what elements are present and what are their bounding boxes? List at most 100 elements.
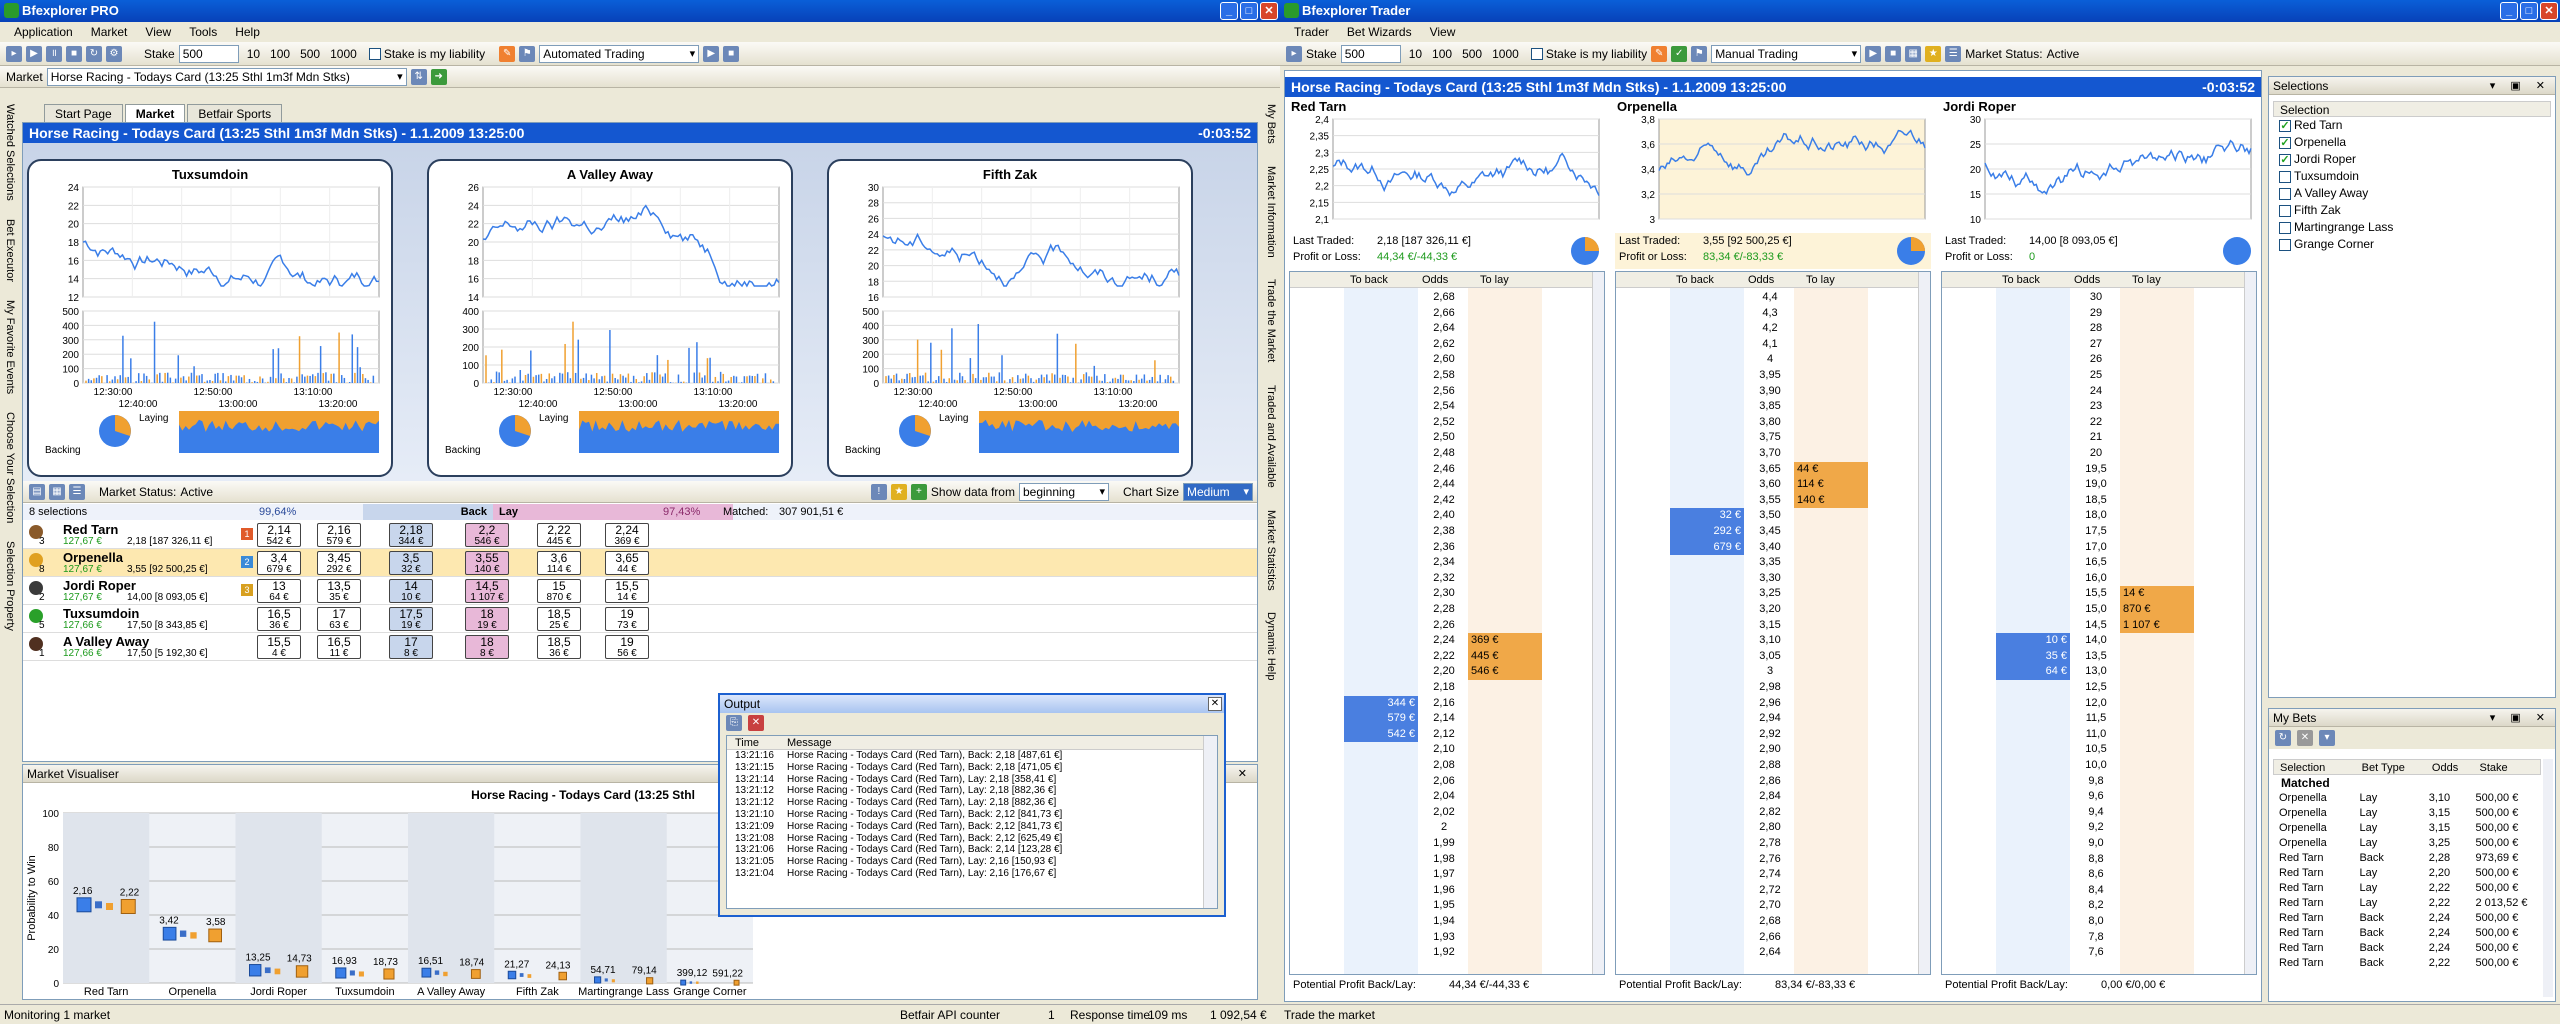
- trader-menu-view[interactable]: View: [1430, 22, 1456, 42]
- trader-stake-preset-100[interactable]: 100: [1432, 47, 1452, 61]
- ladder-odds[interactable]: 2,52: [1424, 415, 1464, 431]
- ladder-odds[interactable]: 2,64: [1750, 945, 1790, 961]
- my-bets-refresh-icon[interactable]: ↻: [2275, 730, 2291, 746]
- tab-start-page[interactable]: Start Page: [44, 104, 123, 122]
- tab-market[interactable]: Market: [124, 104, 186, 122]
- ladder-odds[interactable]: 3,80: [1750, 415, 1790, 431]
- ladder-odds[interactable]: 2,26: [1424, 618, 1464, 634]
- ladder-odds[interactable]: 1,93: [1424, 930, 1464, 946]
- ladder-odds[interactable]: 2,92: [1750, 727, 1790, 743]
- price-button-lay-3[interactable]: 2,24 369 €: [605, 523, 649, 547]
- ladder-odds[interactable]: 2,88: [1750, 758, 1790, 774]
- ladder-odds[interactable]: 9,2: [2076, 820, 2116, 836]
- ladder-odds[interactable]: 24: [2076, 384, 2116, 400]
- bet-row[interactable]: Red Tarn Lay 2,22 2 013,52 €: [2273, 896, 2541, 911]
- ladder-odds[interactable]: 16,5: [2076, 555, 2116, 571]
- price-button-back-2[interactable]: 2,16 579 €: [317, 523, 361, 547]
- selection-checkbox[interactable]: [2279, 136, 2291, 149]
- favorite-icon[interactable]: ★: [890, 483, 907, 500]
- selection-item-tuxsumdoin[interactable]: Tuxsumdoin: [2273, 168, 2555, 185]
- ladder-odds[interactable]: 2,90: [1750, 742, 1790, 758]
- ladder-odds[interactable]: 2,20: [1424, 664, 1464, 680]
- ladder-odds[interactable]: 2,68: [1750, 914, 1790, 930]
- ladder-odds[interactable]: 3,90: [1750, 384, 1790, 400]
- ladder-odds[interactable]: 2,30: [1424, 586, 1464, 602]
- selections-panel-controls[interactable]: ▾ ▣ ✕: [2490, 77, 2551, 95]
- visualiser-close-icon[interactable]: ✕: [1238, 765, 1253, 783]
- ladder-odds[interactable]: 2,62: [1424, 337, 1464, 353]
- menu-help[interactable]: Help: [235, 22, 260, 42]
- ladder-odds[interactable]: 12,5: [2076, 680, 2116, 696]
- my-bets-cancel-icon[interactable]: ✕: [2297, 730, 2313, 746]
- bet-icon[interactable]: ✎: [499, 45, 516, 62]
- ladder-odds[interactable]: 8,6: [2076, 867, 2116, 883]
- ladder-odds[interactable]: 10,5: [2076, 742, 2116, 758]
- ladder-odds[interactable]: 3,45: [1750, 524, 1790, 540]
- trader-mode-select[interactable]: Manual Trading: [1711, 44, 1862, 63]
- runner-row[interactable]: Tuxsumdoin 5 127,66 € 17,50 [8 343,85 €] 16,…: [23, 605, 1257, 633]
- price-button-back-3[interactable]: 14 10 €: [389, 579, 433, 603]
- runner-name[interactable]: Tuxsumdoin: [63, 606, 139, 621]
- stake-preset-10[interactable]: 10: [247, 47, 260, 61]
- ladder-odds[interactable]: 1,96: [1424, 883, 1464, 899]
- ladder-odds[interactable]: 8,4: [2076, 883, 2116, 899]
- price-button-lay-1[interactable]: 2,2 546 €: [465, 523, 509, 547]
- price-button-back-1[interactable]: 16,5 36 €: [257, 607, 301, 631]
- ladder-odds[interactable]: 13,0: [2076, 664, 2116, 680]
- ladder-odds[interactable]: 11,0: [2076, 727, 2116, 743]
- liability-checkbox[interactable]: Stake is my liability: [368, 47, 485, 61]
- ladder-odds[interactable]: 2,72: [1750, 883, 1790, 899]
- selection-item-red-tarn[interactable]: Red Tarn: [2273, 117, 2555, 134]
- bet-row[interactable]: Orpenella Lay 3,10 500,00 €: [2273, 791, 2541, 806]
- ladder-odds[interactable]: 21: [2076, 430, 2116, 446]
- price-button-back-3[interactable]: 17,5 19 €: [389, 607, 433, 631]
- ladder-odds[interactable]: 3,65: [1750, 462, 1790, 478]
- stop-icon[interactable]: ■: [66, 45, 82, 62]
- ladder-odds[interactable]: 2,06: [1424, 774, 1464, 790]
- vtab-trade-the-market[interactable]: Trade the Market: [1265, 279, 1277, 362]
- runner-row[interactable]: A Valley Away 1 127,66 € 17,50 [5 192,30 €]…: [23, 633, 1257, 661]
- trader-liability-check[interactable]: [1530, 48, 1543, 61]
- menu-view[interactable]: View: [145, 22, 171, 42]
- view-icon[interactable]: ▤: [29, 483, 45, 500]
- ladder-odds[interactable]: 2,36: [1424, 540, 1464, 556]
- runner-name[interactable]: Jordi Roper: [63, 578, 136, 593]
- ladder-odds[interactable]: 3: [1750, 664, 1790, 680]
- ladder-odds[interactable]: 26: [2076, 352, 2116, 368]
- go-icon[interactable]: ➜: [430, 68, 447, 85]
- ladder-odds[interactable]: 9,4: [2076, 805, 2116, 821]
- ladder-odds[interactable]: 7,8: [2076, 930, 2116, 946]
- trader-list-icon[interactable]: ☰: [1945, 45, 1962, 62]
- ladder-odds[interactable]: 19,0: [2076, 477, 2116, 493]
- ladder-odds[interactable]: 29: [2076, 306, 2116, 322]
- chart-size-select[interactable]: Medium: [1183, 482, 1253, 501]
- ladder-odds[interactable]: 1,99: [1424, 836, 1464, 852]
- ladder-odds[interactable]: 2,40: [1424, 508, 1464, 524]
- open-icon[interactable]: ▸: [6, 45, 22, 62]
- trader-stop-icon[interactable]: ■: [1885, 45, 1902, 62]
- ladder-lay-amount[interactable]: 369 €: [1468, 633, 1542, 649]
- play-icon[interactable]: ▶: [26, 45, 42, 62]
- ladder-odds[interactable]: 2,94: [1750, 711, 1790, 727]
- ladder-odds[interactable]: 2,18: [1424, 680, 1464, 696]
- price-button-back-3[interactable]: 17 8 €: [389, 635, 433, 659]
- ladder-odds[interactable]: 7,6: [2076, 945, 2116, 961]
- ladder-odds[interactable]: 15,5: [2076, 586, 2116, 602]
- bet-row[interactable]: Red Tarn Back 2,24 500,00 €: [2273, 911, 2541, 926]
- price-button-lay-3[interactable]: 3,65 44 €: [605, 551, 649, 575]
- trader-liability-checkbox[interactable]: Stake is my liability: [1530, 47, 1647, 61]
- ladder-odds[interactable]: 8,2: [2076, 898, 2116, 914]
- ladder-odds[interactable]: 2,10: [1424, 742, 1464, 758]
- bet-row[interactable]: Orpenella Lay 3,15 500,00 €: [2273, 821, 2541, 836]
- settings-icon[interactable]: ⚙: [106, 45, 122, 62]
- ladder-odds[interactable]: 2,76: [1750, 852, 1790, 868]
- trader-bet-icon[interactable]: ✎: [1651, 45, 1668, 62]
- alert-icon[interactable]: !: [870, 483, 887, 500]
- liability-check[interactable]: [368, 48, 381, 61]
- ladder-back-amount[interactable]: 10 €: [1996, 633, 2070, 649]
- ladder-lay-amount[interactable]: 14 €: [2120, 586, 2194, 602]
- trader-confirm-icon[interactable]: ✓: [1671, 45, 1688, 62]
- ladder-odds[interactable]: 2,44: [1424, 477, 1464, 493]
- list-icon[interactable]: ☰: [69, 483, 85, 500]
- ladder-odds[interactable]: 16,0: [2076, 571, 2116, 587]
